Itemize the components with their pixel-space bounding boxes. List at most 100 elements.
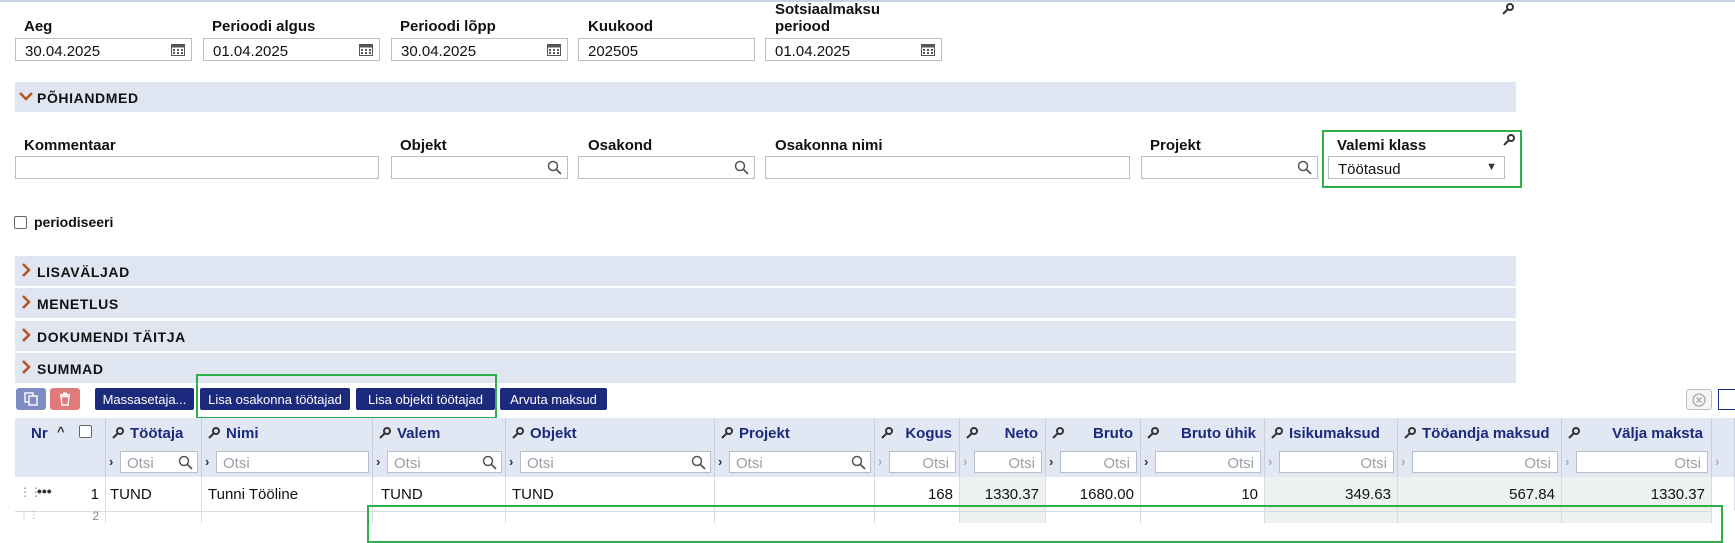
column-header-bruto[interactable]: Bruto — [1046, 418, 1141, 448]
column-title: Tööandja maksud — [1422, 425, 1550, 442]
search-icon[interactable] — [734, 160, 749, 175]
section-lisavaljad[interactable]: LISAVÄLJAD — [15, 256, 1516, 286]
calendar-icon[interactable] — [171, 43, 185, 56]
osakonna-nimi-field[interactable] — [765, 156, 1130, 179]
column-header-valja-maksta[interactable]: Välja maksta — [1562, 418, 1712, 448]
filter-input-isikumaksud[interactable]: Otsi — [1279, 451, 1394, 473]
filter-input-valem[interactable]: Otsi — [387, 451, 502, 473]
filter-arrow-icon[interactable]: › — [878, 454, 882, 469]
filter-arrow-icon[interactable]: › — [963, 454, 967, 469]
filter-cell-neto: › Otsi — [960, 448, 1046, 477]
cell-nimi[interactable]: Tunni Tööline — [202, 477, 373, 511]
osakond-field[interactable] — [578, 156, 755, 179]
column-header-tootaja[interactable]: Töötaja — [106, 418, 202, 448]
wrench-icon[interactable] — [112, 427, 124, 439]
filter-arrow-icon[interactable]: › — [1144, 454, 1148, 469]
kommentaar-field[interactable] — [15, 156, 379, 179]
filter-input-bruto-uhik[interactable]: Otsi — [1155, 451, 1261, 473]
filter-input-bruto[interactable]: Otsi — [1060, 451, 1137, 473]
wrench-icon[interactable] — [379, 427, 391, 439]
aeg-date-field[interactable]: 30.04.2025 — [15, 38, 192, 61]
wrench-icon[interactable] — [512, 427, 524, 439]
clear-filter-button[interactable] — [1686, 389, 1712, 410]
arvuta-maksud-button[interactable]: Arvuta maksud — [500, 388, 607, 410]
calendar-icon[interactable] — [359, 43, 373, 56]
section-pohiandmed[interactable]: PÕHIANDMED — [15, 82, 1516, 112]
wrench-icon[interactable] — [1503, 134, 1515, 146]
section-menetlus[interactable]: MENETLUS — [15, 288, 1516, 318]
wrench-icon[interactable] — [1147, 427, 1159, 439]
column-header-nimi[interactable]: Nimi — [202, 418, 373, 448]
filter-arrow-icon[interactable]: › — [1049, 454, 1053, 469]
filter-arrow-icon[interactable]: › — [718, 454, 722, 469]
delete-row-button[interactable] — [50, 388, 80, 410]
filter-arrow-icon[interactable]: › — [509, 454, 513, 469]
projekt-field[interactable] — [1141, 156, 1318, 179]
kuukood-field[interactable]: 202505 — [578, 38, 755, 61]
wrench-icon[interactable] — [881, 427, 893, 439]
valemi-klass-select[interactable]: Töötasud ▼ — [1328, 156, 1505, 179]
filter-input-nimi[interactable]: Otsi — [216, 451, 369, 473]
cell-tootaja[interactable]: TUND — [106, 477, 202, 511]
perioodi-algus-field[interactable]: 01.04.2025 — [203, 38, 380, 61]
column-header-valem[interactable]: Valem — [373, 418, 506, 448]
column-header-nr[interactable]: Nr ^ — [15, 418, 106, 448]
column-header-kogus[interactable]: Kogus — [875, 418, 960, 448]
search-icon[interactable] — [547, 160, 562, 175]
massasetaja-button[interactable]: Massasetaja... — [95, 388, 194, 410]
copy-row-button[interactable] — [16, 388, 46, 410]
row-menu-icon[interactable]: ••• — [37, 483, 52, 499]
filter-input-tootaja[interactable]: Otsi — [120, 451, 198, 473]
column-header-projekt[interactable]: Projekt — [715, 418, 875, 448]
row-highlight — [367, 505, 1723, 543]
column-header-objekt[interactable]: Objekt — [506, 418, 715, 448]
search-icon[interactable] — [691, 455, 706, 470]
filter-input-kogus[interactable]: Otsi — [889, 451, 956, 473]
filter-arrow-icon[interactable]: › — [1268, 454, 1272, 469]
column-header-isikumaksud[interactable]: Isikumaksud — [1265, 418, 1398, 448]
filter-arrow-icon[interactable]: › — [1401, 454, 1405, 469]
filter-input-tooandja-maksud[interactable]: Otsi — [1412, 451, 1558, 473]
filter-input-projekt[interactable]: Otsi — [729, 451, 871, 473]
search-icon[interactable] — [851, 455, 866, 470]
wrench-icon[interactable] — [1404, 427, 1416, 439]
filter-arrow-icon[interactable]: › — [1715, 454, 1719, 469]
filter-placeholder: Otsi — [1674, 455, 1701, 472]
calendar-icon[interactable] — [547, 43, 561, 56]
wrench-icon[interactable] — [1502, 3, 1514, 15]
section-title: PÕHIANDMED — [37, 90, 139, 106]
wrench-icon[interactable] — [1052, 427, 1064, 439]
sort-up-icon[interactable]: ^ — [57, 424, 65, 439]
select-all-checkbox[interactable] — [79, 425, 92, 438]
sotsiaalmaksu-periood-field[interactable]: 01.04.2025 — [765, 38, 942, 61]
search-icon[interactable] — [178, 455, 193, 470]
wrench-icon[interactable] — [1271, 427, 1283, 439]
wrench-icon[interactable] — [966, 427, 978, 439]
wrench-icon[interactable] — [721, 427, 733, 439]
filter-arrow-icon[interactable]: › — [109, 454, 113, 469]
periodiseeri-checkbox[interactable] — [14, 216, 27, 229]
section-dokumendi-taitja[interactable]: DOKUMENDI TÄITJA — [15, 321, 1516, 351]
filter-arrow-icon[interactable]: › — [205, 454, 209, 469]
table-row[interactable]: ⋮⋮ 2 — [15, 509, 106, 523]
filter-input-objekt[interactable]: Otsi — [520, 451, 711, 473]
filter-arrow-icon[interactable]: › — [1565, 454, 1569, 469]
table-row[interactable]: ⋮⋮ ••• 1 — [15, 477, 106, 511]
wrench-icon[interactable] — [208, 427, 220, 439]
sotsiaalmaksu-periood-label: Sotsiaalmaksu periood — [775, 1, 880, 35]
perioodi-lopp-field[interactable]: 30.04.2025 — [391, 38, 568, 61]
objekt-field[interactable] — [391, 156, 568, 179]
filter-arrow-icon[interactable]: › — [376, 454, 380, 469]
filter-input-valja-maksta[interactable]: Otsi — [1576, 451, 1708, 473]
calendar-icon[interactable] — [921, 43, 935, 56]
valemi-klass-value: Töötasud — [1338, 161, 1401, 178]
search-icon[interactable] — [1297, 160, 1312, 175]
filter-input-neto[interactable]: Otsi — [974, 451, 1042, 473]
column-header-neto[interactable]: Neto — [960, 418, 1046, 448]
search-icon[interactable] — [482, 455, 497, 470]
wrench-icon[interactable] — [1568, 427, 1580, 439]
grid-settings-button[interactable] — [1718, 389, 1735, 410]
column-header-tooandja-maksud[interactable]: Tööandja maksud — [1398, 418, 1562, 448]
drag-handle-icon[interactable]: ⋮⋮ — [19, 510, 39, 521]
column-header-bruto-uhik[interactable]: Bruto ühik — [1141, 418, 1265, 448]
